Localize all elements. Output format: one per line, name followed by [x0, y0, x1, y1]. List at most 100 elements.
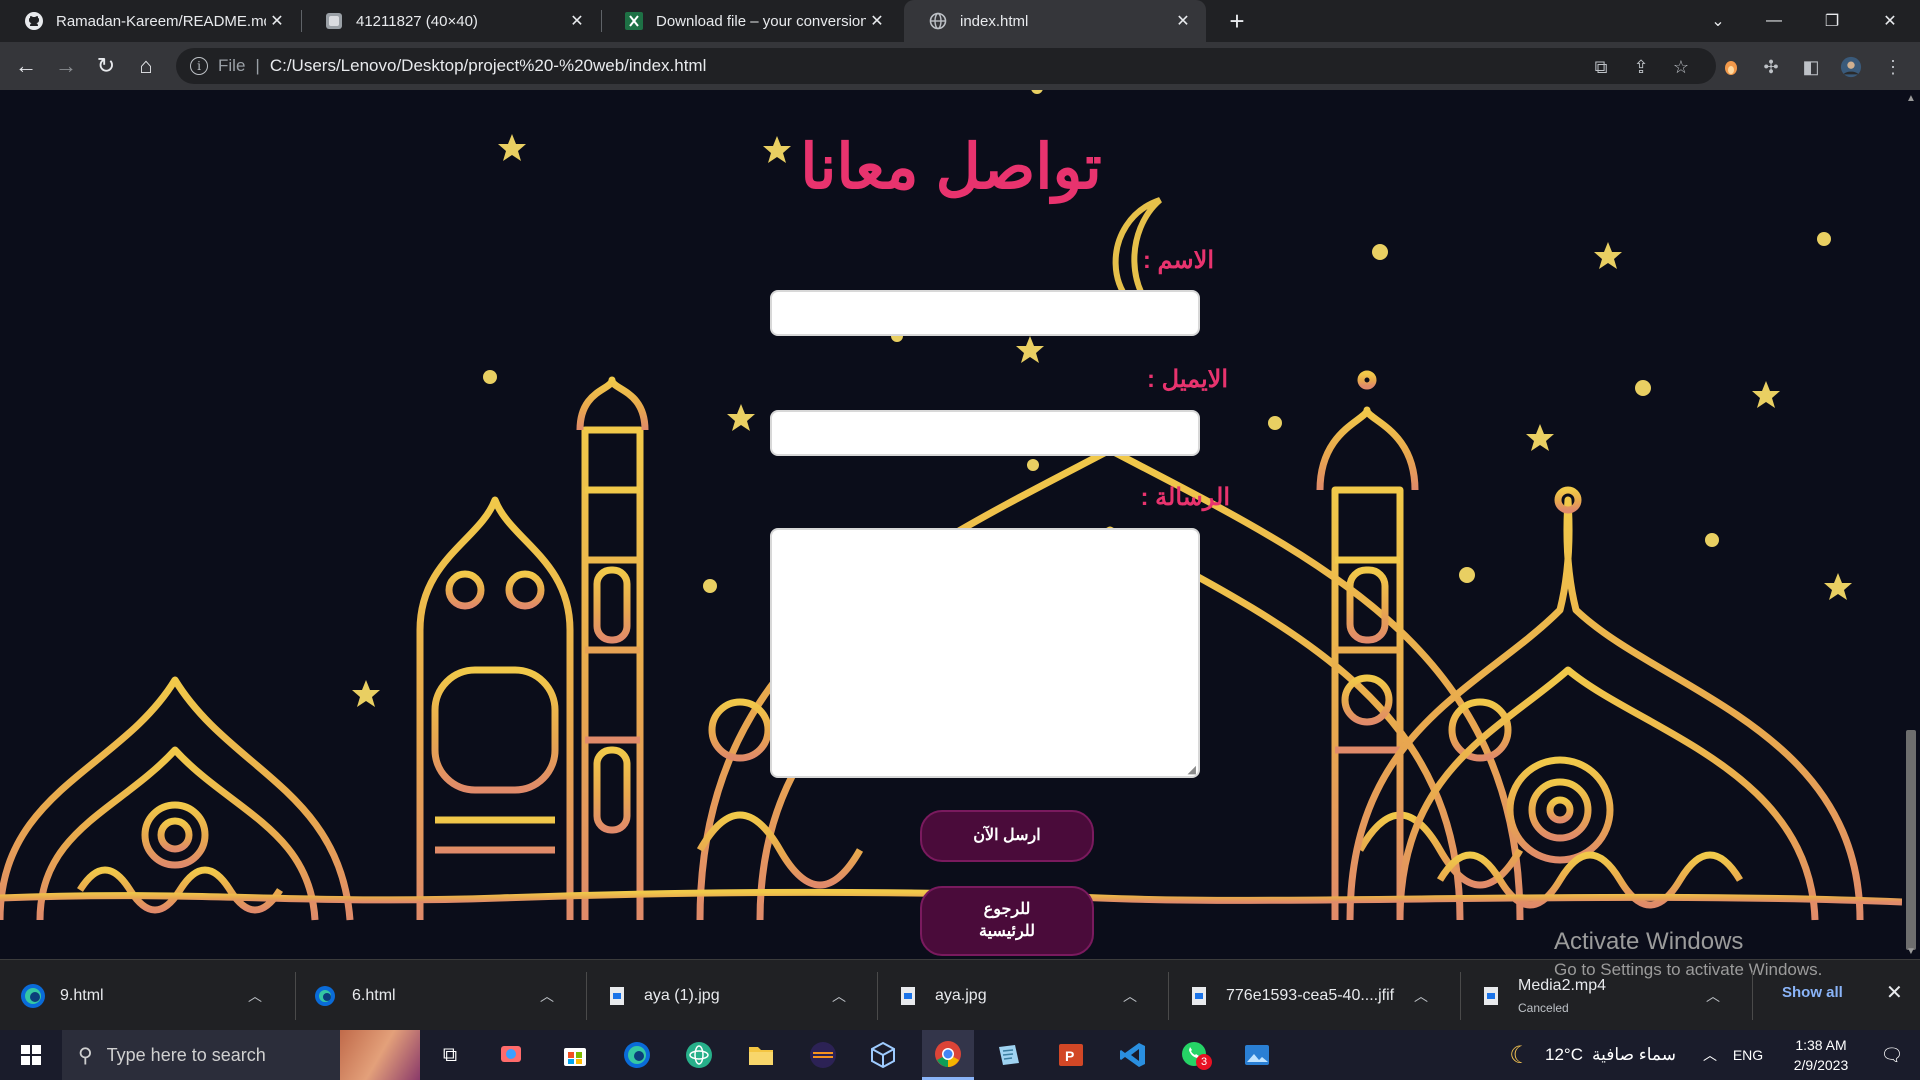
download-item[interactable]: 9.html ︿	[20, 960, 266, 1031]
page-scrollbar[interactable]: ▲ ▼	[1902, 90, 1920, 959]
vscode-icon[interactable]	[1110, 1030, 1156, 1080]
chevron-up-icon[interactable]: ︿	[536, 986, 558, 1006]
url-text: C:/Users/Lenovo/Desktop/project%20-%20we…	[269, 56, 707, 75]
tab-readme[interactable]: Ramadan-Kareem/README.md at ✕	[0, 0, 300, 42]
task-view-icon[interactable]: ⧉	[432, 1030, 468, 1080]
chevron-up-icon[interactable]: ︿	[244, 986, 266, 1006]
close-window-button[interactable]: ✕	[1864, 0, 1916, 42]
minimize-button[interactable]: —	[1748, 0, 1800, 42]
address-bar[interactable]: i File | C:/Users/Lenovo/Desktop/project…	[176, 48, 1716, 84]
extension-icon[interactable]	[1720, 56, 1742, 78]
show-all-button[interactable]: Show all	[1782, 984, 1843, 1001]
download-item[interactable]: Media2.mp4 Canceled ︿	[1478, 960, 1724, 1031]
tab-search-icon[interactable]: ⌄	[1692, 0, 1744, 42]
home-button[interactable]: ⌂	[130, 50, 162, 82]
message-label: الرسالة :	[1140, 484, 1230, 511]
weather-moon-icon[interactable]: ☾	[1500, 1030, 1540, 1080]
name-input[interactable]	[770, 290, 1200, 336]
info-icon[interactable]: i	[190, 57, 208, 75]
side-panel-icon[interactable]: ◧	[1800, 56, 1822, 78]
name-label: الاسم :	[1142, 247, 1214, 274]
reload-button[interactable]: ↻	[90, 50, 122, 82]
download-status: Canceled	[1518, 1000, 1569, 1015]
powerpoint-icon[interactable]: P	[1048, 1030, 1094, 1080]
download-divider	[1460, 972, 1461, 1020]
page-viewport: تواصل معانا الاسم : الايميل : الرسالة : …	[0, 90, 1902, 959]
screen: Ramadan-Kareem/README.md at ✕ 41211827 (…	[0, 0, 1920, 1080]
video-app-icon[interactable]	[490, 1030, 536, 1080]
weather-description[interactable]: سماء صافية	[1588, 1030, 1680, 1080]
download-divider	[877, 972, 878, 1020]
close-downloads-icon[interactable]: ✕	[1886, 980, 1903, 1005]
globe-icon	[928, 11, 948, 31]
translate-icon[interactable]: ⧉	[1590, 56, 1612, 78]
chevron-up-icon[interactable]: ︿	[1410, 986, 1432, 1006]
scroll-down-icon[interactable]: ▼	[1902, 943, 1920, 959]
email-input[interactable]	[770, 410, 1200, 456]
edge-taskbar-icon[interactable]	[614, 1030, 660, 1080]
file-explorer-icon[interactable]	[738, 1030, 784, 1080]
download-item[interactable]: aya.jpg ︿	[895, 960, 1141, 1031]
extensions-puzzle-icon[interactable]: ✣	[1760, 56, 1782, 78]
scroll-up-icon[interactable]: ▲	[1902, 90, 1920, 106]
forward-button[interactable]: →	[50, 50, 82, 82]
notepad-app-icon[interactable]	[986, 1030, 1032, 1080]
download-item[interactable]: 6.html ︿	[312, 960, 558, 1031]
tab-download[interactable]: Download file – your conversion ✕	[600, 0, 900, 42]
taskbar-search[interactable]: ⚲ Type here to search	[62, 1030, 420, 1080]
chevron-up-icon[interactable]: ︿	[1702, 986, 1724, 1006]
whatsapp-icon[interactable]: 3	[1172, 1030, 1218, 1080]
file-icon	[604, 983, 630, 1009]
clock[interactable]: 1:38 AM 2/9/2023	[1776, 1030, 1866, 1080]
close-icon[interactable]: ✕	[1172, 10, 1194, 32]
chevron-up-icon[interactable]: ︿	[1119, 986, 1141, 1006]
tab-index[interactable]: index.html ✕	[904, 0, 1206, 42]
download-item[interactable]: aya (1).jpg ︿	[604, 960, 850, 1031]
scrollbar-thumb[interactable]	[1906, 730, 1916, 950]
bookmark-star-icon[interactable]: ☆	[1670, 56, 1692, 78]
photos-icon[interactable]	[1234, 1030, 1280, 1080]
download-divider	[1752, 972, 1753, 1020]
resize-handle-icon[interactable]: ◢	[1188, 763, 1196, 776]
menu-kebab-icon[interactable]: ⋮	[1882, 56, 1904, 78]
profile-avatar[interactable]	[1840, 56, 1862, 78]
close-icon[interactable]: ✕	[566, 10, 588, 32]
tray-chevron-up-icon[interactable]: ︿	[1696, 1030, 1724, 1080]
windows-taskbar: ⚲ Type here to search ⧉ P 3 ☾ 12°C سماء …	[0, 1030, 1920, 1080]
action-center-icon[interactable]: 🗨︎	[1872, 1030, 1912, 1080]
message-textarea[interactable]: ◢	[770, 528, 1200, 778]
download-item[interactable]: 776e1593-cea5-40....jfif ︿	[1186, 960, 1432, 1031]
store-icon[interactable]	[552, 1030, 598, 1080]
url-scheme: File	[218, 56, 246, 75]
language-indicator[interactable]: ENG	[1728, 1030, 1768, 1080]
tab-title: Ramadan-Kareem/README.md at	[56, 12, 266, 30]
search-icon: ⚲	[78, 1044, 93, 1067]
download-filename: 6.html	[352, 986, 396, 1004]
download-divider	[1168, 972, 1169, 1020]
restore-button[interactable]: ❐	[1806, 0, 1858, 42]
close-icon[interactable]: ✕	[866, 10, 888, 32]
back-button[interactable]: ←	[10, 50, 42, 82]
notification-badge: 3	[1196, 1054, 1212, 1070]
share-icon[interactable]: ⇪	[1630, 56, 1652, 78]
download-filename: aya.jpg	[935, 986, 987, 1004]
chevron-up-icon[interactable]: ︿	[828, 986, 850, 1006]
send-button[interactable]: ارسل الآن	[920, 810, 1094, 862]
virtualbox-icon[interactable]	[860, 1030, 906, 1080]
windows-start-icon[interactable]	[0, 1030, 62, 1080]
tab-image[interactable]: 41211827 (40×40) ✕	[300, 0, 600, 42]
close-icon[interactable]: ✕	[266, 10, 288, 32]
download-filename: 776e1593-cea5-40....jfif	[1226, 986, 1395, 1004]
new-tab-button[interactable]: +	[1222, 6, 1252, 36]
activate-windows-title: Activate Windows	[1554, 928, 1744, 955]
back-home-button[interactable]: للرجوع للرئيسية	[920, 886, 1094, 956]
eclipse-icon[interactable]	[800, 1030, 846, 1080]
download-divider	[586, 972, 587, 1020]
tab-title: Download file – your conversion	[656, 12, 866, 30]
chrome-taskbar-icon[interactable]	[922, 1030, 974, 1080]
file-icon	[1186, 983, 1212, 1009]
weather-temperature[interactable]: 12°C	[1540, 1030, 1588, 1080]
email-label: الايميل :	[1147, 366, 1228, 393]
atom-app-icon[interactable]	[676, 1030, 722, 1080]
clock-time: 1:38 AM	[1795, 1037, 1847, 1053]
